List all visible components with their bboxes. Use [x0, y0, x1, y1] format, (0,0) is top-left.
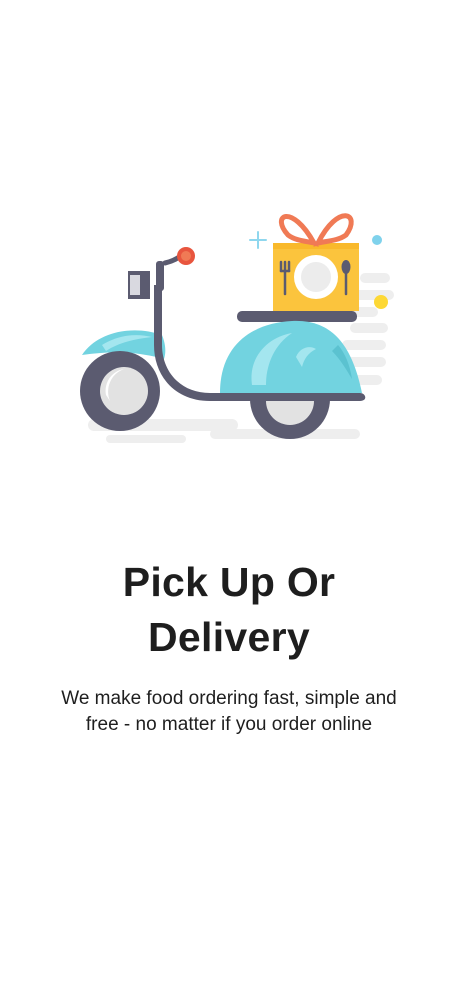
- description-line-2: free - no matter if you order online: [85, 714, 373, 735]
- delivery-scooter-icon: [80, 213, 394, 443]
- title-line-1: Pick Up Or: [122, 559, 336, 605]
- onboarding-screen: Pick Up Or Delivery We make food orderin…: [0, 0, 458, 997]
- description-line-1: We make food ordering fast, simple and: [61, 688, 397, 709]
- title-line-2: Delivery: [148, 614, 310, 660]
- page-title: Pick Up Or Delivery: [0, 555, 458, 665]
- page-description: We make food ordering fast, simple and f…: [40, 686, 418, 738]
